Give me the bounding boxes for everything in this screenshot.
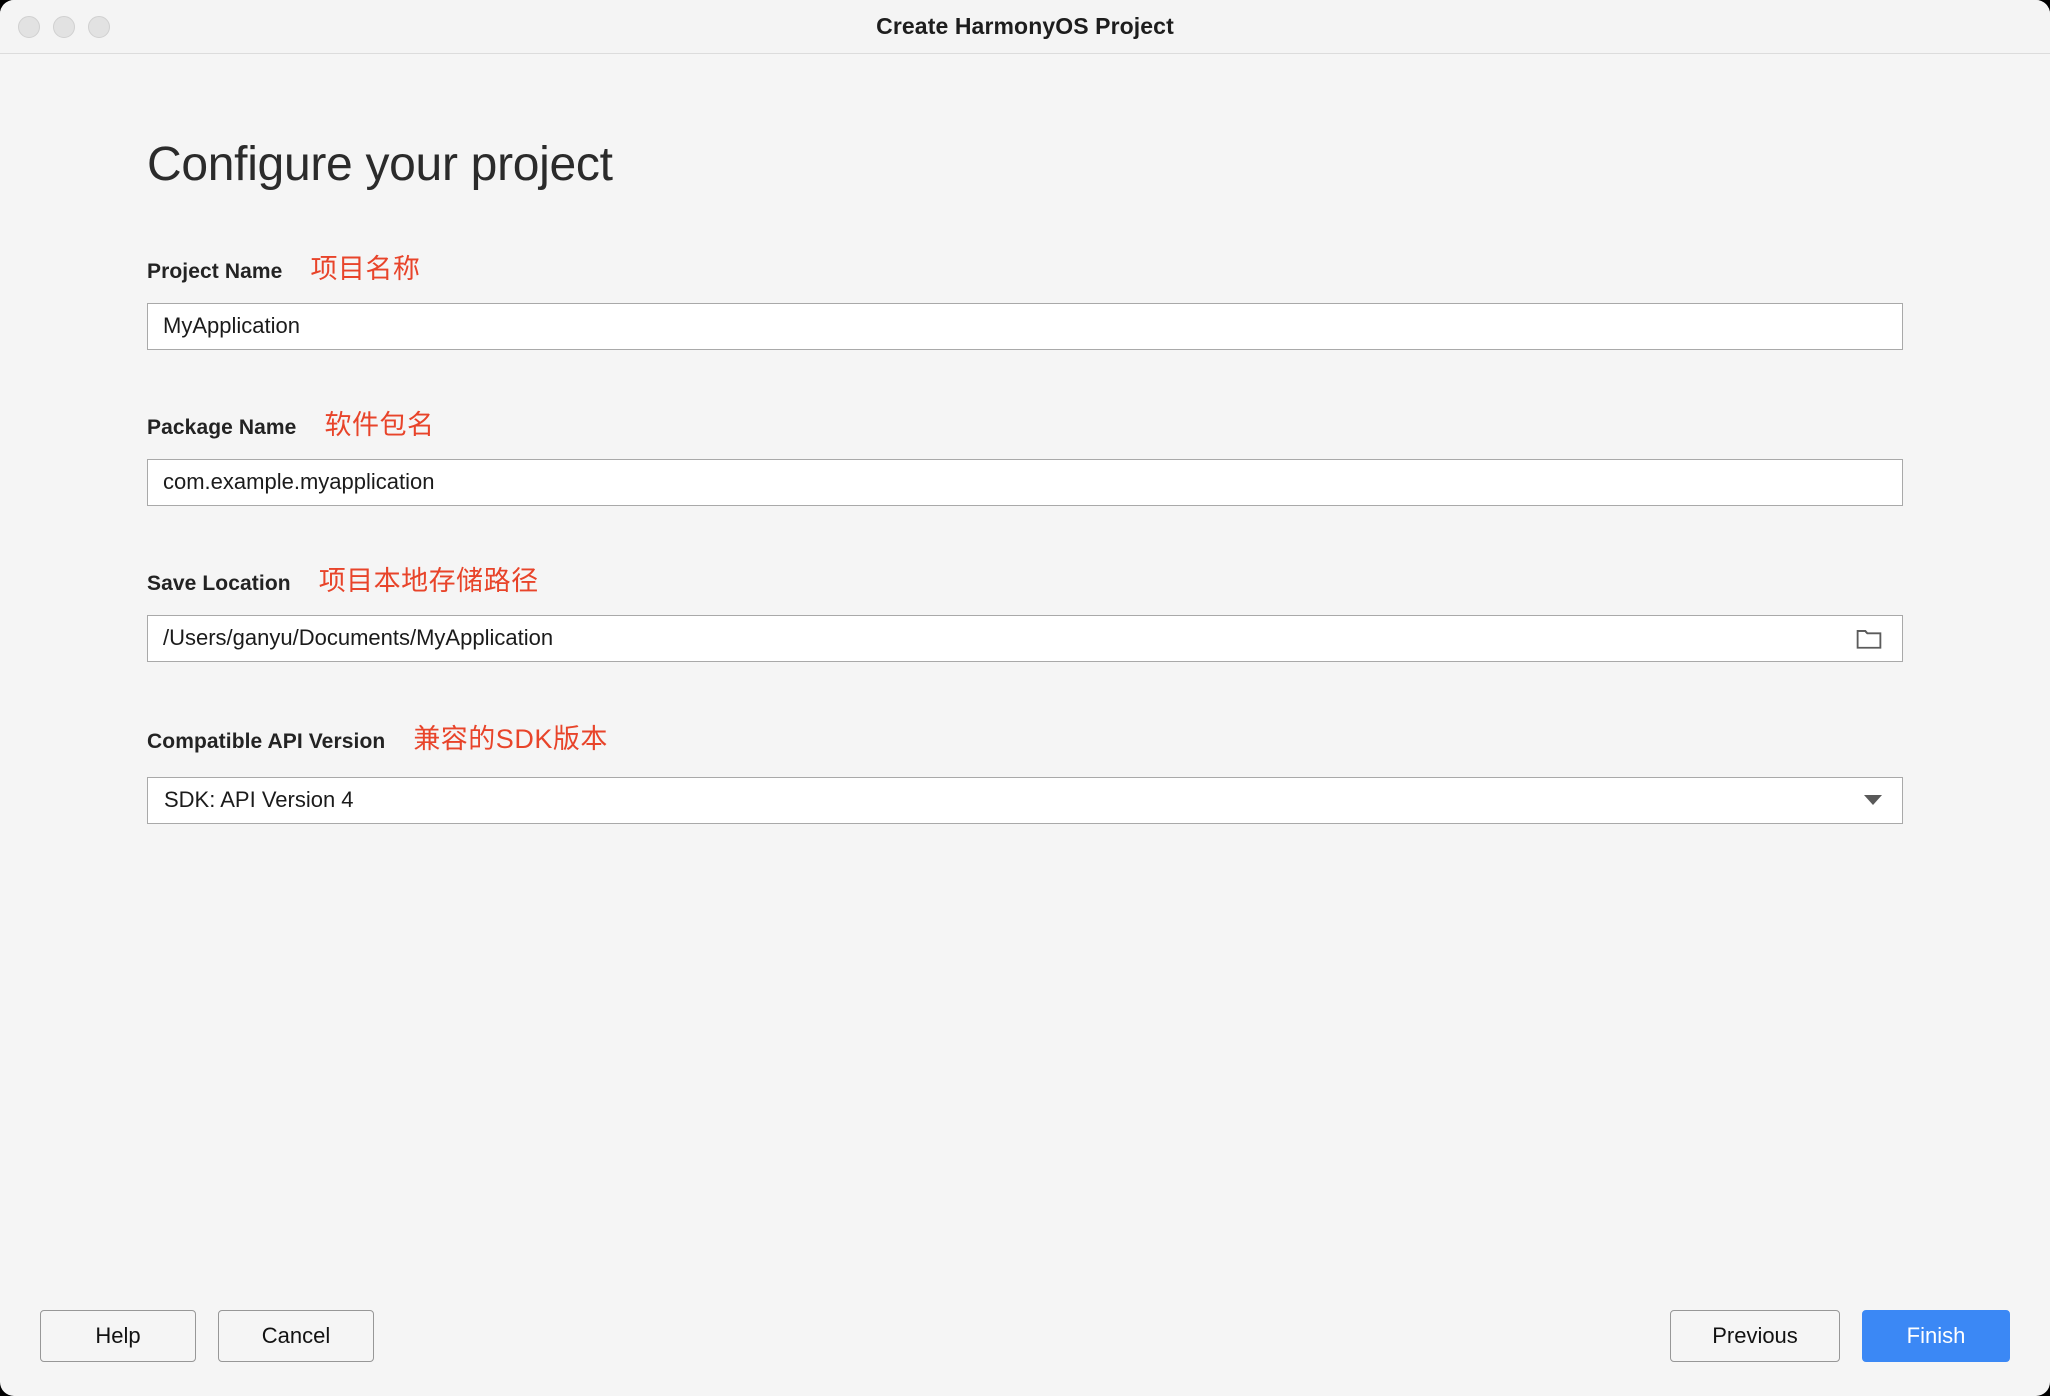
field-save-location-annotation: 项目本地存储路径 <box>318 565 539 596</box>
title-bar: Create HarmonyOS Project <box>0 0 2050 54</box>
compatible-api-version-select[interactable]: SDK: API Version 4 <box>147 776 1903 824</box>
footer-left-buttons: Help Cancel <box>40 1310 374 1362</box>
close-window-button[interactable] <box>18 15 40 38</box>
field-package-name-labels: Package Name 软件包名 <box>147 403 1903 442</box>
minimize-window-button[interactable] <box>53 15 75 38</box>
previous-button[interactable]: Previous <box>1670 1310 1840 1362</box>
field-project-name: Project Name 项目名称 MyApplication <box>147 247 1903 350</box>
cancel-button[interactable]: Cancel <box>218 1310 374 1362</box>
package-name-input[interactable]: com.example.myapplication <box>147 458 1903 506</box>
project-name-input[interactable]: MyApplication <box>147 302 1903 350</box>
field-project-name-label: Project Name <box>147 259 283 283</box>
maximize-window-button[interactable] <box>88 15 110 38</box>
finish-button[interactable]: Finish <box>1862 1310 2010 1362</box>
spacer-heading <box>147 192 1903 247</box>
field-project-name-annotation: 项目名称 <box>310 253 421 284</box>
project-name-input-value: MyApplication <box>163 313 300 339</box>
save-location-input[interactable]: /Users/ganyu/Documents/MyApplication <box>147 614 1903 662</box>
field-save-location-labels: Save Location 项目本地存储路径 <box>147 559 1903 598</box>
footer-right-buttons: Previous Finish <box>1670 1310 2010 1362</box>
window-controls <box>18 15 110 38</box>
dialog-body: Configure your project Project Name 项目名称… <box>0 54 2050 1286</box>
dialog-footer: Help Cancel Previous Finish <box>0 1286 2050 1396</box>
help-button[interactable]: Help <box>40 1310 196 1362</box>
field-compatible-api-version-label: Compatible API Version <box>147 729 386 753</box>
field-save-location: Save Location 项目本地存储路径 /Users/ganyu/Docu… <box>147 559 1903 662</box>
chevron-down-icon[interactable] <box>1864 795 1882 806</box>
save-location-input-value: /Users/ganyu/Documents/MyApplication <box>163 625 554 651</box>
field-save-location-label: Save Location <box>147 571 291 595</box>
folder-icon[interactable] <box>1856 626 1882 650</box>
field-compatible-api-version-labels: Compatible API Version 兼容的SDK版本 <box>147 717 1903 756</box>
window-title: Create HarmonyOS Project <box>876 13 1174 39</box>
field-project-name-labels: Project Name 项目名称 <box>147 247 1903 286</box>
page-title: Configure your project <box>147 138 613 191</box>
package-name-input-value: com.example.myapplication <box>163 469 435 495</box>
compatible-api-version-value: SDK: API Version 4 <box>164 787 354 813</box>
field-compatible-api-version-annotation: 兼容的SDK版本 <box>413 723 608 754</box>
create-harmonyos-project-dialog: Create HarmonyOS Project Configure your … <box>0 0 2050 1396</box>
field-package-name: Package Name 软件包名 com.example.myapplicat… <box>147 403 1903 506</box>
field-compatible-api-version: Compatible API Version 兼容的SDK版本 SDK: API… <box>147 717 1903 824</box>
field-package-name-label: Package Name <box>147 415 297 439</box>
field-package-name-annotation: 软件包名 <box>324 409 435 440</box>
